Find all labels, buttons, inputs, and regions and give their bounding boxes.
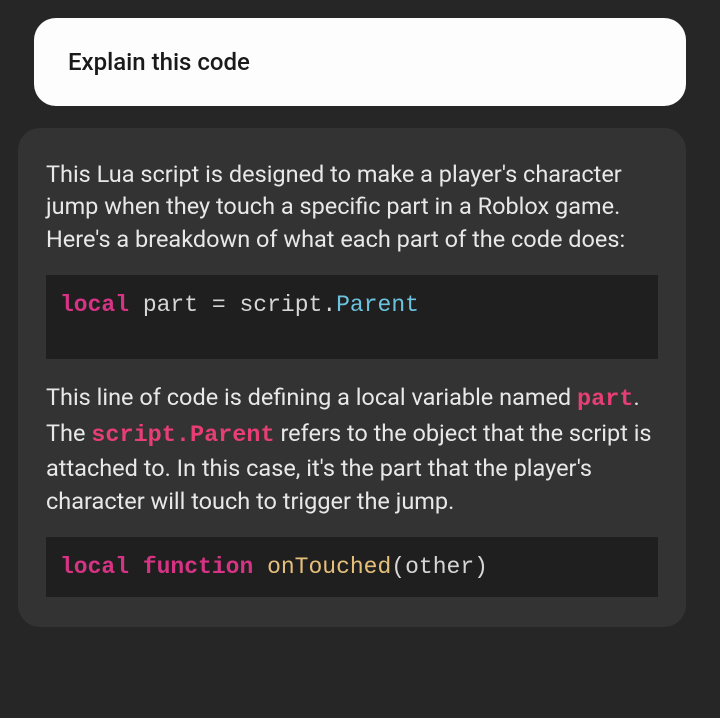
code-token-param: other xyxy=(405,554,474,580)
assistant-message-bubble: This Lua script is designed to make a pl… xyxy=(18,128,686,627)
code-block-2[interactable]: local function onTouched(other) xyxy=(46,537,658,597)
code-token-operator: = xyxy=(212,292,226,318)
code-token-property: Parent xyxy=(336,292,419,318)
user-message-text: Explain this code xyxy=(68,48,250,76)
assistant-intro-text: This Lua script is designed to make a pl… xyxy=(46,160,625,253)
code-token-identifier: part xyxy=(143,292,198,318)
code-token-keyword: local xyxy=(60,554,129,580)
assistant-explain-paragraph-1: This line of code is defining a local va… xyxy=(46,381,658,517)
code-token-paren: ( xyxy=(391,554,405,580)
code-block-1[interactable]: local part = script.Parent xyxy=(46,275,658,359)
code-token-dot: . xyxy=(322,292,336,318)
inline-code: part xyxy=(577,386,633,413)
code-token-paren: ) xyxy=(474,554,488,580)
explain-text: This line of code is defining a local va… xyxy=(46,383,577,411)
code-token-identifier: script xyxy=(239,292,322,318)
inline-code: script.Parent xyxy=(91,422,274,449)
user-message-bubble: Explain this code xyxy=(34,18,686,106)
code-token-keyword: local xyxy=(60,292,129,318)
code-token-keyword: function xyxy=(143,554,253,580)
assistant-intro-paragraph: This Lua script is designed to make a pl… xyxy=(46,158,658,255)
code-token-function-name: onTouched xyxy=(267,554,391,580)
